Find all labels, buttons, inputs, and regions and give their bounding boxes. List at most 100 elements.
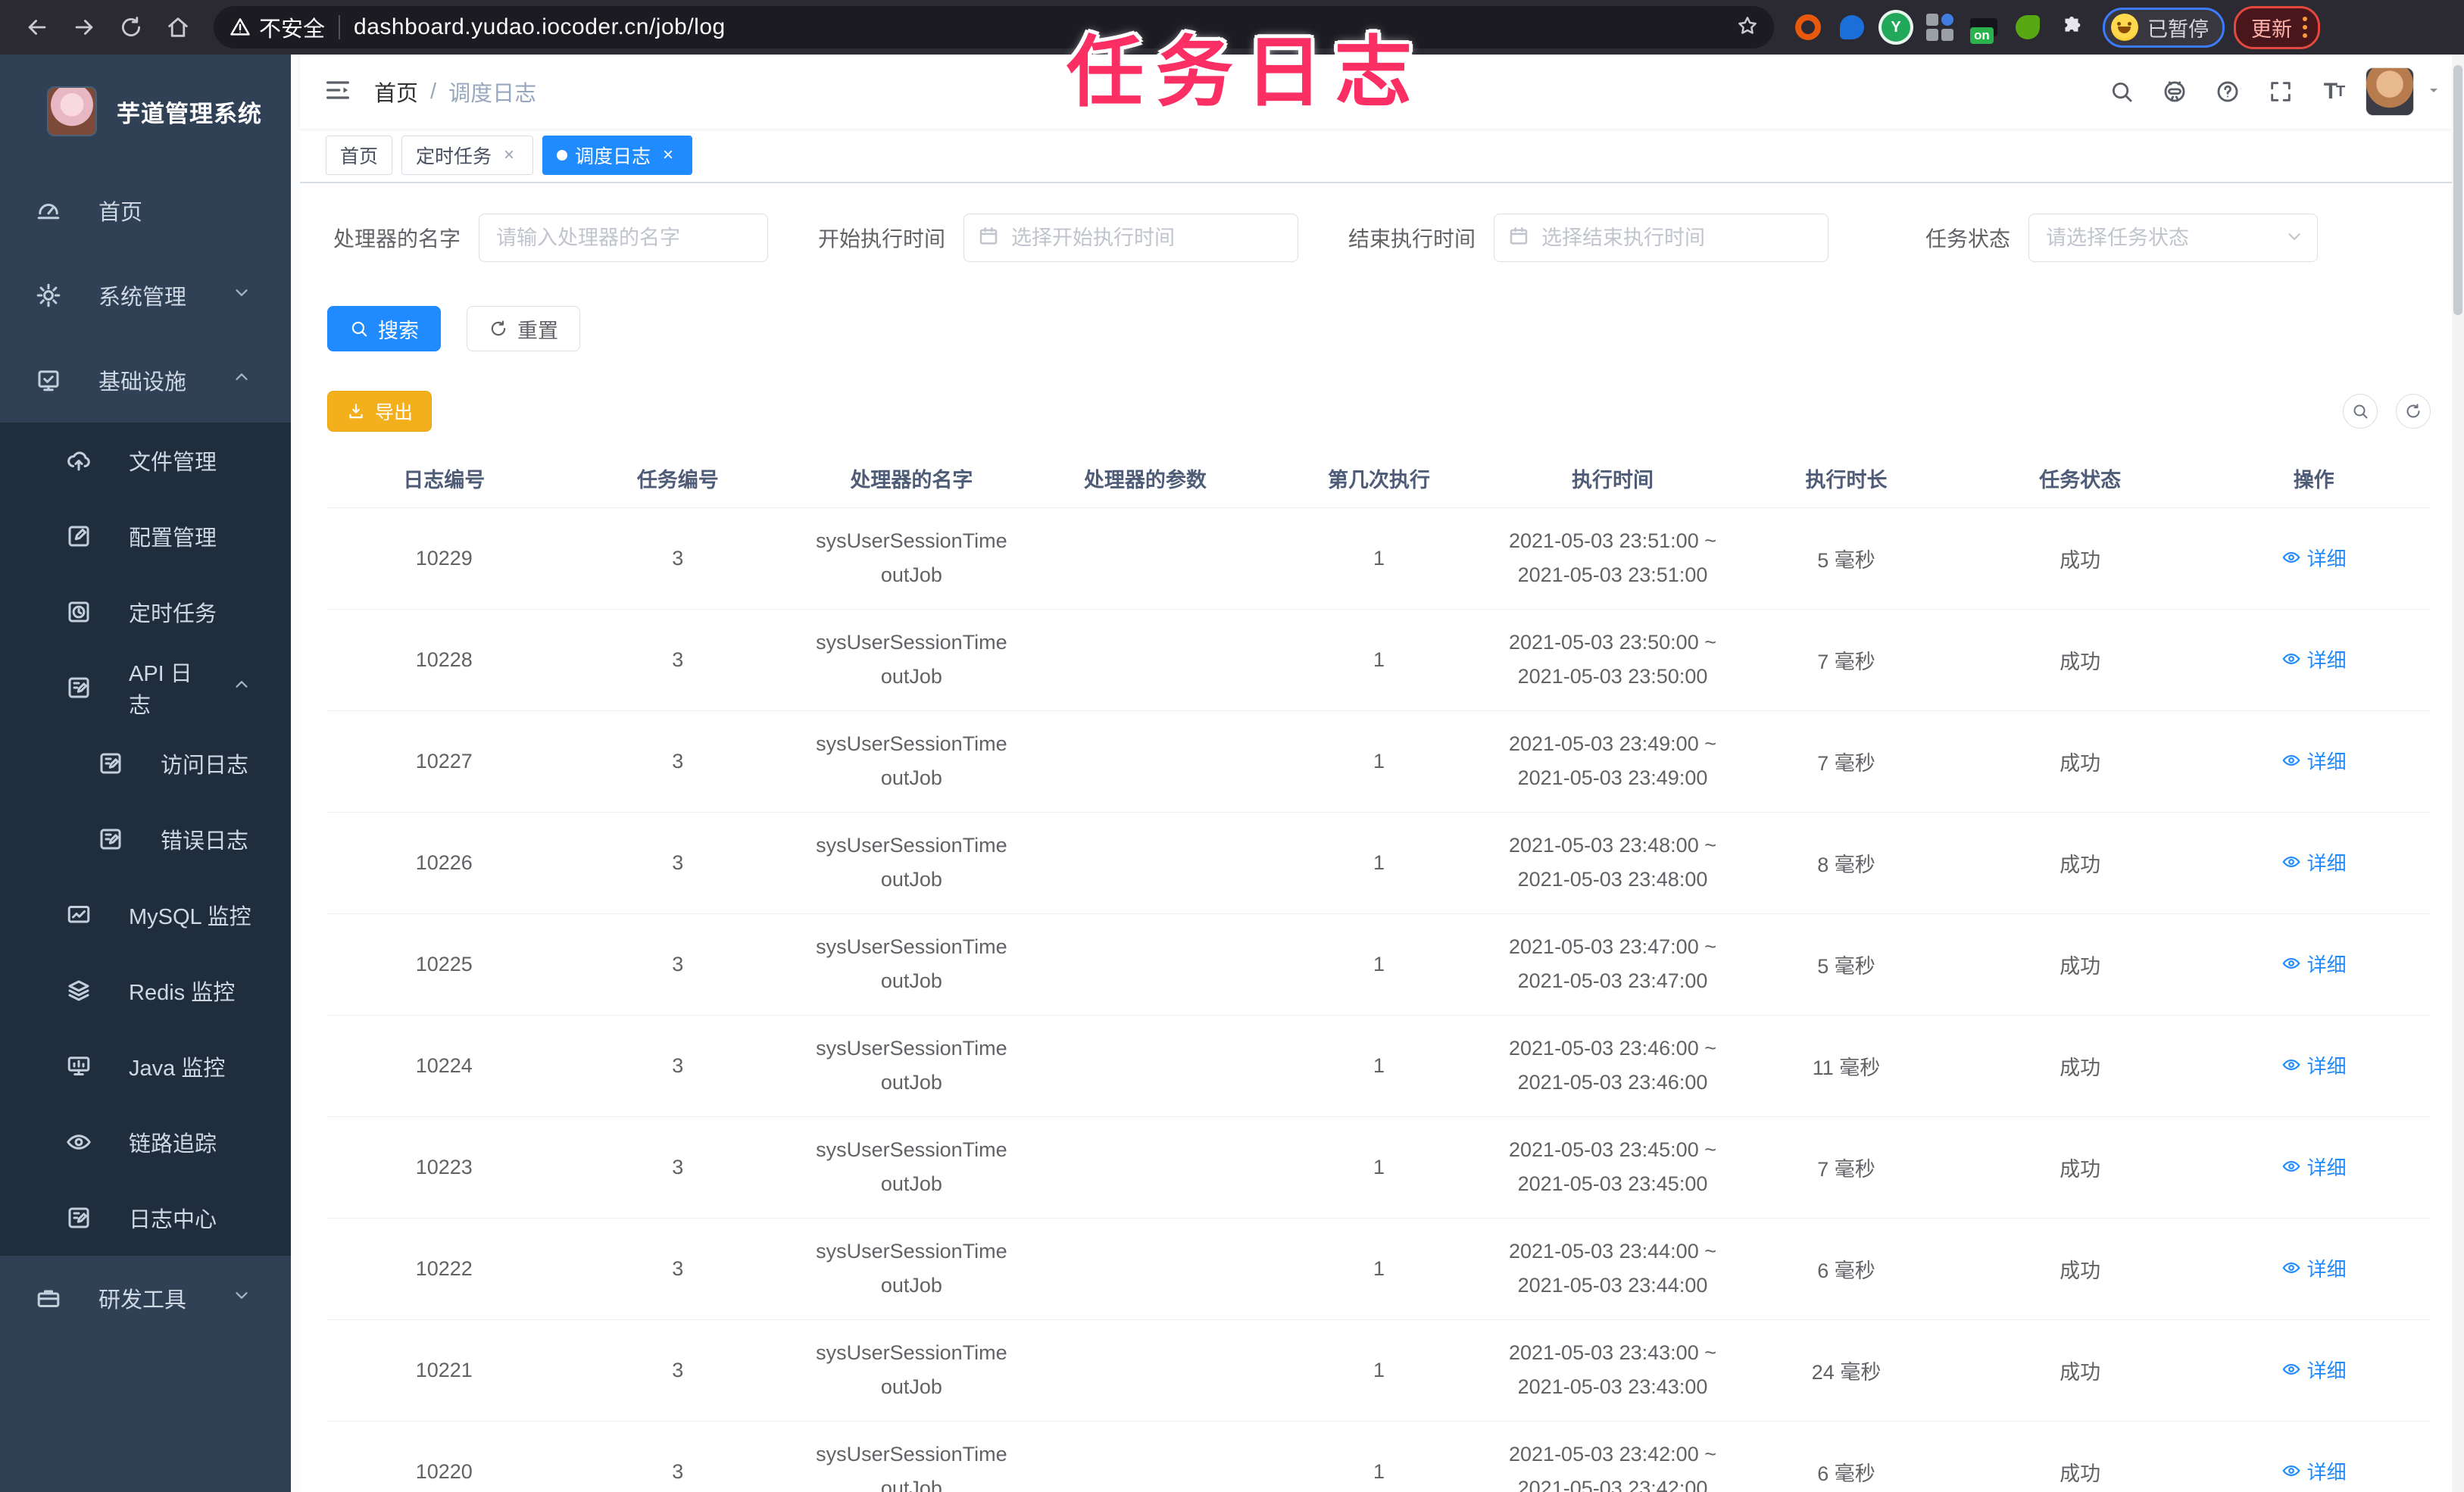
filter-label-handler: 处理器的名字 <box>333 227 461 251</box>
sidebar-item-scheduled-jobs[interactable]: 定时任务 <box>0 574 291 650</box>
browser-menu-icon[interactable] <box>2303 17 2307 38</box>
extension-icon-drop[interactable] <box>1837 12 1867 42</box>
cell-time: 2021-05-03 23:43:00 2021-05-03 23:43:00 <box>1495 1319 1730 1422</box>
detail-link[interactable]: 详细 <box>2281 1356 2347 1384</box>
warning-icon <box>230 18 250 36</box>
chevron-down-icon <box>232 1285 251 1311</box>
job-status-select[interactable] <box>2028 214 2319 262</box>
sidebar-item-infrastructure[interactable]: 基础设施 <box>0 338 291 423</box>
paused-label: 已暂停 <box>2147 17 2209 41</box>
cell-times: 1 <box>1262 812 1496 914</box>
tab-job-log[interactable]: 调度日志 <box>542 136 693 175</box>
sidebar-item-access-log[interactable]: 访问日志 <box>0 726 291 801</box>
extension-icon-grid[interactable] <box>1925 12 1955 42</box>
detail-link[interactable]: 详细 <box>2281 544 2347 572</box>
page-content: 处理器的名字 开始执行时间 结束执行时间 <box>300 183 2464 1492</box>
toggle-search-button[interactable] <box>2343 394 2378 429</box>
export-button[interactable]: 导出 <box>327 391 433 432</box>
extensions-puzzle-icon[interactable] <box>2056 12 2087 42</box>
sidebar-item-api-log[interactable]: API 日志 <box>0 650 291 726</box>
sidebar-item-mysql-monitor[interactable]: MySQL 监控 <box>0 877 291 953</box>
breadcrumb-root[interactable]: 首页 <box>374 76 418 108</box>
close-icon[interactable] <box>499 145 519 165</box>
profile-paused-badge[interactable]: 已暂停 <box>2103 7 2225 48</box>
dashboard-icon <box>35 197 62 224</box>
detail-link[interactable]: 详细 <box>2281 1457 2347 1485</box>
sidebar-item-error-log[interactable]: 错误日志 <box>0 801 291 877</box>
detail-link[interactable]: 详细 <box>2281 1051 2347 1079</box>
col-handler-name: 处理器的名字 <box>795 450 1029 508</box>
reset-button[interactable]: 重置 <box>467 306 580 351</box>
detail-link[interactable]: 详细 <box>2281 848 2347 876</box>
url-bar[interactable]: 不安全 dashboard.yudao.iocoder.cn/job/log <box>214 6 1774 48</box>
cell-status: 成功 <box>1963 1319 2197 1422</box>
detail-link[interactable]: 详细 <box>2281 747 2347 775</box>
cell-log-id: 10226 <box>327 812 561 914</box>
sidebar-item-tracing[interactable]: 链路追踪 <box>0 1104 291 1180</box>
handler-name-input[interactable] <box>479 214 768 262</box>
sidebar-item-dev-tools[interactable]: 研发工具 <box>0 1256 291 1341</box>
cell-status: 成功 <box>1963 1116 2197 1219</box>
cell-job-id: 3 <box>561 913 795 1016</box>
cell-time: 2021-05-03 23:51:00 2021-05-03 23:51:00 <box>1495 507 1730 610</box>
sidebar-item-system[interactable]: 系统管理 <box>0 253 291 338</box>
reload-icon[interactable] <box>114 10 148 45</box>
cell-actions: 详细 <box>2197 913 2431 1016</box>
cell-log-id: 10227 <box>327 710 561 813</box>
cell-job-id: 3 <box>561 1218 795 1320</box>
close-icon[interactable] <box>658 145 678 165</box>
search-button[interactable]: 搜索 <box>327 306 441 351</box>
extension-icon-orange[interactable] <box>1793 12 1823 42</box>
detail-link[interactable]: 详细 <box>2281 1153 2347 1181</box>
forward-icon[interactable] <box>67 10 101 45</box>
cell-job-id: 3 <box>561 710 795 813</box>
fullscreen-icon[interactable] <box>2259 70 2302 113</box>
home-icon[interactable] <box>161 10 195 45</box>
user-avatar[interactable] <box>2366 67 2414 116</box>
begin-time-input[interactable] <box>963 214 1299 262</box>
sidebar-item-config-management[interactable]: 配置管理 <box>0 498 291 574</box>
cell-handler: sysUserSessionTimeoutJob <box>795 609 1029 711</box>
cell-param <box>1028 1421 1263 1492</box>
detail-link[interactable]: 详细 <box>2281 645 2347 673</box>
help-icon[interactable] <box>2206 70 2249 113</box>
sidebar-item-home[interactable]: 首页 <box>0 168 291 253</box>
extension-icon-leaf[interactable] <box>2013 12 2043 42</box>
cell-duration: 5 毫秒 <box>1729 913 1963 1016</box>
extension-icon-green-y[interactable]: Y <box>1881 12 1911 42</box>
detail-link[interactable]: 详细 <box>2281 950 2347 978</box>
extension-icon-on-switch[interactable]: on <box>1969 12 1999 44</box>
font-size-icon[interactable]: TT <box>2313 70 2355 113</box>
sidebar-item-file-management[interactable]: 文件管理 <box>0 423 291 498</box>
filter-label-begin-time: 开始执行时间 <box>818 227 946 251</box>
cell-status: 成功 <box>1963 812 2197 914</box>
bookmark-star-icon[interactable] <box>1736 14 1759 41</box>
browser-update-button[interactable]: 更新 <box>2234 5 2320 49</box>
cell-actions: 详细 <box>2197 1319 2431 1422</box>
eye-icon <box>2282 1161 2300 1172</box>
cell-time: 2021-05-03 23:48:00 2021-05-03 23:48:00 <box>1495 812 1730 914</box>
cell-time: 2021-05-03 23:50:00 2021-05-03 23:50:00 <box>1495 609 1730 711</box>
app-logo-row[interactable]: 芋道管理系统 <box>0 55 291 168</box>
page-scrollbar[interactable] <box>2452 55 2464 1492</box>
end-time-input[interactable] <box>1494 214 1829 262</box>
github-icon[interactable] <box>2153 70 2196 113</box>
collapse-sidebar-icon[interactable] <box>323 75 353 109</box>
col-log-id: 日志编号 <box>327 450 561 508</box>
tab-scheduled-jobs[interactable]: 定时任务 <box>401 136 534 175</box>
sidebar-item-log-center[interactable]: 日志中心 <box>0 1180 291 1256</box>
cell-log-id: 10224 <box>327 1015 561 1117</box>
caret-down-icon[interactable] <box>2425 81 2443 103</box>
sidebar-item-java-monitor[interactable]: Java 监控 <box>0 1028 291 1104</box>
sidebar-item-redis-monitor[interactable]: Redis 监控 <box>0 953 291 1028</box>
scrollbar-thumb[interactable] <box>2453 65 2462 315</box>
refresh-table-button[interactable] <box>2396 394 2431 429</box>
cell-job-id: 3 <box>561 1421 795 1492</box>
detail-link[interactable]: 详细 <box>2281 1254 2347 1282</box>
layers-icon <box>65 977 92 1004</box>
search-icon[interactable] <box>2100 70 2143 113</box>
cell-actions: 详细 <box>2197 710 2431 813</box>
eye-icon <box>2282 654 2300 665</box>
back-icon[interactable] <box>20 10 55 45</box>
tab-home[interactable]: 首页 <box>326 136 393 175</box>
